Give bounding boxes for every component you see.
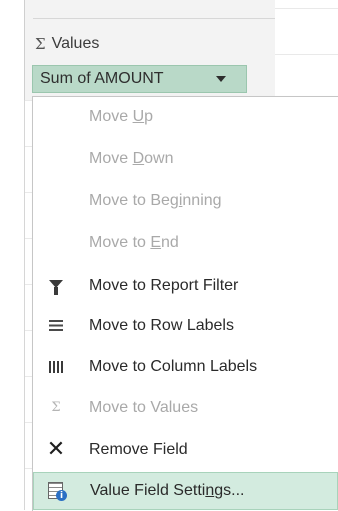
menu-item-move-to-values[interactable]: Σ Move to Values — [33, 389, 338, 426]
value-field-settings-icon: i — [46, 480, 68, 502]
menu-item-move-to-column-labels[interactable]: Move to Column Labels — [33, 348, 338, 385]
menu-item-move-to-report-filter[interactable]: Move to Report Filter — [33, 267, 338, 304]
field-label: Sum of AMOUNT — [40, 70, 164, 87]
values-header-label: Values — [51, 35, 100, 52]
menu-item-value-field-settings[interactable]: i Value Field Settings... — [33, 472, 338, 510]
menu-item-move-down[interactable]: Move Down — [33, 140, 338, 177]
chevron-down-icon[interactable] — [216, 76, 226, 82]
sigma-icon: Σ — [51, 400, 61, 415]
menu-item-move-to-beginning[interactable]: Move to Beginning — [33, 182, 338, 219]
menu-item-move-to-end[interactable]: Move to End — [33, 224, 338, 261]
remove-x-icon: ✕ — [46, 436, 66, 462]
menu-item-remove-field[interactable]: ✕ Remove Field — [33, 431, 338, 468]
menu-item-move-to-row-labels[interactable]: Move to Row Labels — [33, 307, 338, 344]
divider — [33, 18, 275, 19]
values-header: Σ Values — [35, 32, 99, 56]
sigma-icon: Σ — [35, 35, 46, 53]
column-labels-icon — [45, 356, 67, 378]
sum-of-amount-field[interactable]: Sum of AMOUNT — [32, 65, 247, 93]
menu-item-move-up[interactable]: Move Up — [33, 98, 338, 135]
left-frame — [0, 0, 25, 510]
row-labels-icon — [45, 315, 67, 337]
field-context-menu: Move Up Move Down Move to Beginning Move… — [32, 96, 338, 511]
filter-funnel-icon — [45, 275, 67, 297]
